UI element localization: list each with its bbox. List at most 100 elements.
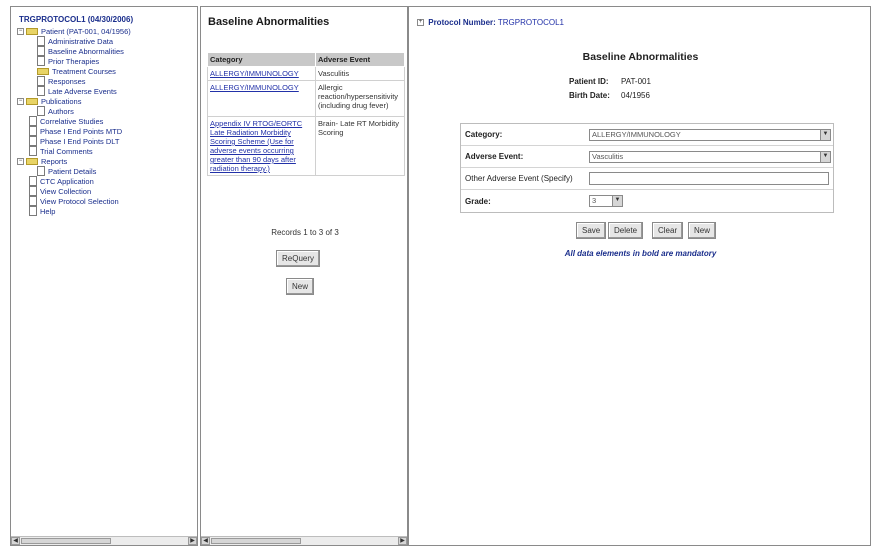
column-header-adverse-event: Adverse Event: [315, 52, 405, 67]
tree-node-reports[interactable]: − Reports: [17, 156, 195, 166]
document-icon: [29, 116, 37, 126]
abnormality-form: Category: ALLERGY/IMMUNOLOGY ▼ Adverse E…: [460, 123, 834, 213]
tree-item-view-protocol-selection[interactable]: View Protocol Selection: [17, 196, 195, 206]
table-row: ALLERGY/IMMUNOLOGY Allergic reaction/hyp…: [207, 80, 405, 117]
document-icon: [37, 46, 45, 56]
scroll-right-icon[interactable]: ▶: [188, 537, 197, 545]
other-adverse-event-label: Other Adverse Event (Specify): [465, 174, 573, 183]
adverse-event-cell: Brain- Late RT Morbidity Scoring: [315, 116, 405, 176]
birth-date-label: Birth Date:: [569, 91, 610, 100]
patient-id-label: Patient ID:: [569, 77, 609, 86]
tree-item-late-adverse-events[interactable]: Late Adverse Events: [17, 86, 195, 96]
records-table: Category Adverse Event ALLERGY/IMMUNOLOG…: [207, 52, 405, 176]
tree-item-authors[interactable]: Authors: [17, 106, 195, 116]
grade-selected-value: 3: [592, 196, 597, 205]
document-icon: [29, 186, 37, 196]
protocol-number-value: TRGPROTOCOL1: [497, 18, 564, 27]
category-row: Category: ALLERGY/IMMUNOLOGY ▼: [461, 124, 833, 146]
expand-toggle-icon[interactable]: +: [417, 19, 424, 27]
tree-item-end-points-mtd[interactable]: Phase I End Points MTD: [17, 126, 195, 136]
document-icon: [37, 166, 45, 176]
category-link[interactable]: ALLERGY/IMMUNOLOGY: [210, 83, 299, 92]
other-adverse-event-row: Other Adverse Event (Specify): [461, 168, 833, 190]
document-icon: [29, 206, 37, 216]
protocol-title[interactable]: TRGPROTOCOL1 (04/30/2006): [19, 15, 133, 24]
protocol-header: + Protocol Number: TRGPROTOCOL1: [417, 18, 564, 27]
records-list-frame: Baseline Abnormalities Category Adverse …: [200, 6, 408, 546]
tree-node-publications[interactable]: − Publications: [17, 96, 195, 106]
document-icon: [29, 176, 37, 186]
category-link[interactable]: Appendix IV RTOG/EORTC Late Radiation Mo…: [210, 119, 302, 173]
collapse-toggle-icon[interactable]: −: [17, 97, 24, 105]
category-label: Category:: [465, 130, 503, 139]
scrollbar-thumb[interactable]: [21, 538, 111, 544]
adverse-event-label: Adverse Event:: [465, 152, 524, 161]
scroll-right-icon[interactable]: ▶: [398, 537, 407, 545]
document-icon: [29, 196, 37, 206]
tree-item-administrative-data[interactable]: Administrative Data: [17, 36, 195, 46]
document-icon: [37, 56, 45, 66]
adverse-event-cell: Vasculitis: [315, 66, 405, 81]
horizontal-scrollbar[interactable]: ◀ ▶: [11, 536, 197, 545]
category-selected-value: ALLERGY/IMMUNOLOGY: [592, 129, 681, 139]
collapse-toggle-icon[interactable]: −: [17, 157, 24, 165]
document-icon: [29, 146, 37, 156]
tree-item-ctc-application[interactable]: CTC Application: [17, 176, 195, 186]
clear-button[interactable]: Clear: [652, 222, 684, 239]
scroll-left-icon[interactable]: ◀: [11, 537, 20, 545]
new-button[interactable]: New: [688, 222, 717, 239]
adverse-event-selected-value: Vasculitis: [592, 151, 624, 161]
birth-date-value: 04/1956: [621, 91, 650, 100]
document-icon: [37, 36, 45, 46]
category-select[interactable]: ALLERGY/IMMUNOLOGY ▼: [589, 128, 831, 141]
folder-icon: [37, 67, 49, 75]
patient-id-row: Patient ID: PAT-001: [569, 77, 651, 86]
tree-item-baseline-abnormalities[interactable]: Baseline Abnormalities: [17, 46, 195, 56]
save-button[interactable]: Save: [576, 222, 607, 239]
scroll-left-icon[interactable]: ◀: [201, 537, 210, 545]
tree-item-trial-comments[interactable]: Trial Comments: [17, 146, 195, 156]
document-icon: [29, 126, 37, 136]
adverse-event-select[interactable]: Vasculitis ▼: [589, 150, 831, 163]
dropdown-arrow-icon[interactable]: ▼: [612, 196, 622, 206]
horizontal-scrollbar[interactable]: ◀ ▶: [201, 536, 407, 545]
tree-item-responses[interactable]: Responses: [17, 76, 195, 86]
document-icon: [37, 86, 45, 96]
list-title: Baseline Abnormalities: [208, 16, 330, 28]
requery-button[interactable]: ReQuery: [276, 250, 321, 267]
tree-item-correlative-studies[interactable]: Correlative Studies: [17, 116, 195, 126]
adverse-event-row: Adverse Event: Vasculitis ▼: [461, 146, 833, 168]
tree-item-patient-details[interactable]: Patient Details: [17, 166, 195, 176]
tree-node-patient[interactable]: − Patient (PAT-001, 04/1956): [17, 26, 195, 36]
tree-item-prior-therapies[interactable]: Prior Therapies: [17, 56, 195, 66]
collapse-toggle-icon[interactable]: −: [17, 27, 24, 35]
protocol-number-label: Protocol Number:: [428, 18, 496, 27]
tree-item-end-points-dlt[interactable]: Phase I End Points DLT: [17, 136, 195, 146]
dropdown-arrow-icon[interactable]: ▼: [820, 129, 830, 140]
other-adverse-event-input[interactable]: [589, 172, 829, 185]
dropdown-arrow-icon[interactable]: ▼: [820, 151, 830, 162]
grade-row: Grade: 3 ▼: [461, 190, 833, 212]
category-link[interactable]: ALLERGY/IMMUNOLOGY: [210, 69, 299, 78]
document-icon: [29, 136, 37, 146]
column-header-category: Category: [207, 52, 316, 67]
delete-button[interactable]: Delete: [608, 222, 644, 239]
tree-item-treatment-courses[interactable]: Treatment Courses: [17, 66, 195, 76]
birth-date-row: Birth Date: 04/1956: [569, 91, 650, 100]
navigation-tree-frame: TRGPROTOCOL1 (04/30/2006) − Patient (PAT…: [10, 6, 198, 546]
mandatory-note: All data elements in bold are mandatory: [564, 249, 717, 258]
form-title: Baseline Abnormalities: [582, 51, 699, 63]
folder-icon: [26, 97, 38, 105]
patient-id-value: PAT-001: [621, 77, 651, 86]
folder-icon: [26, 27, 38, 35]
tree-item-help[interactable]: Help: [17, 206, 195, 216]
detail-form-frame: + Protocol Number: TRGPROTOCOL1 Baseline…: [408, 6, 871, 546]
new-record-button[interactable]: New: [286, 278, 315, 295]
adverse-event-cell: Allergic reaction/hypersensitivity (incl…: [315, 80, 405, 117]
tree-item-view-collection[interactable]: View Collection: [17, 186, 195, 196]
table-row: ALLERGY/IMMUNOLOGY Vasculitis: [207, 66, 405, 81]
document-icon: [37, 106, 45, 116]
scrollbar-thumb[interactable]: [211, 538, 301, 544]
grade-select[interactable]: 3 ▼: [589, 195, 623, 207]
navigation-tree: − Patient (PAT-001, 04/1956) Administrat…: [17, 26, 195, 216]
